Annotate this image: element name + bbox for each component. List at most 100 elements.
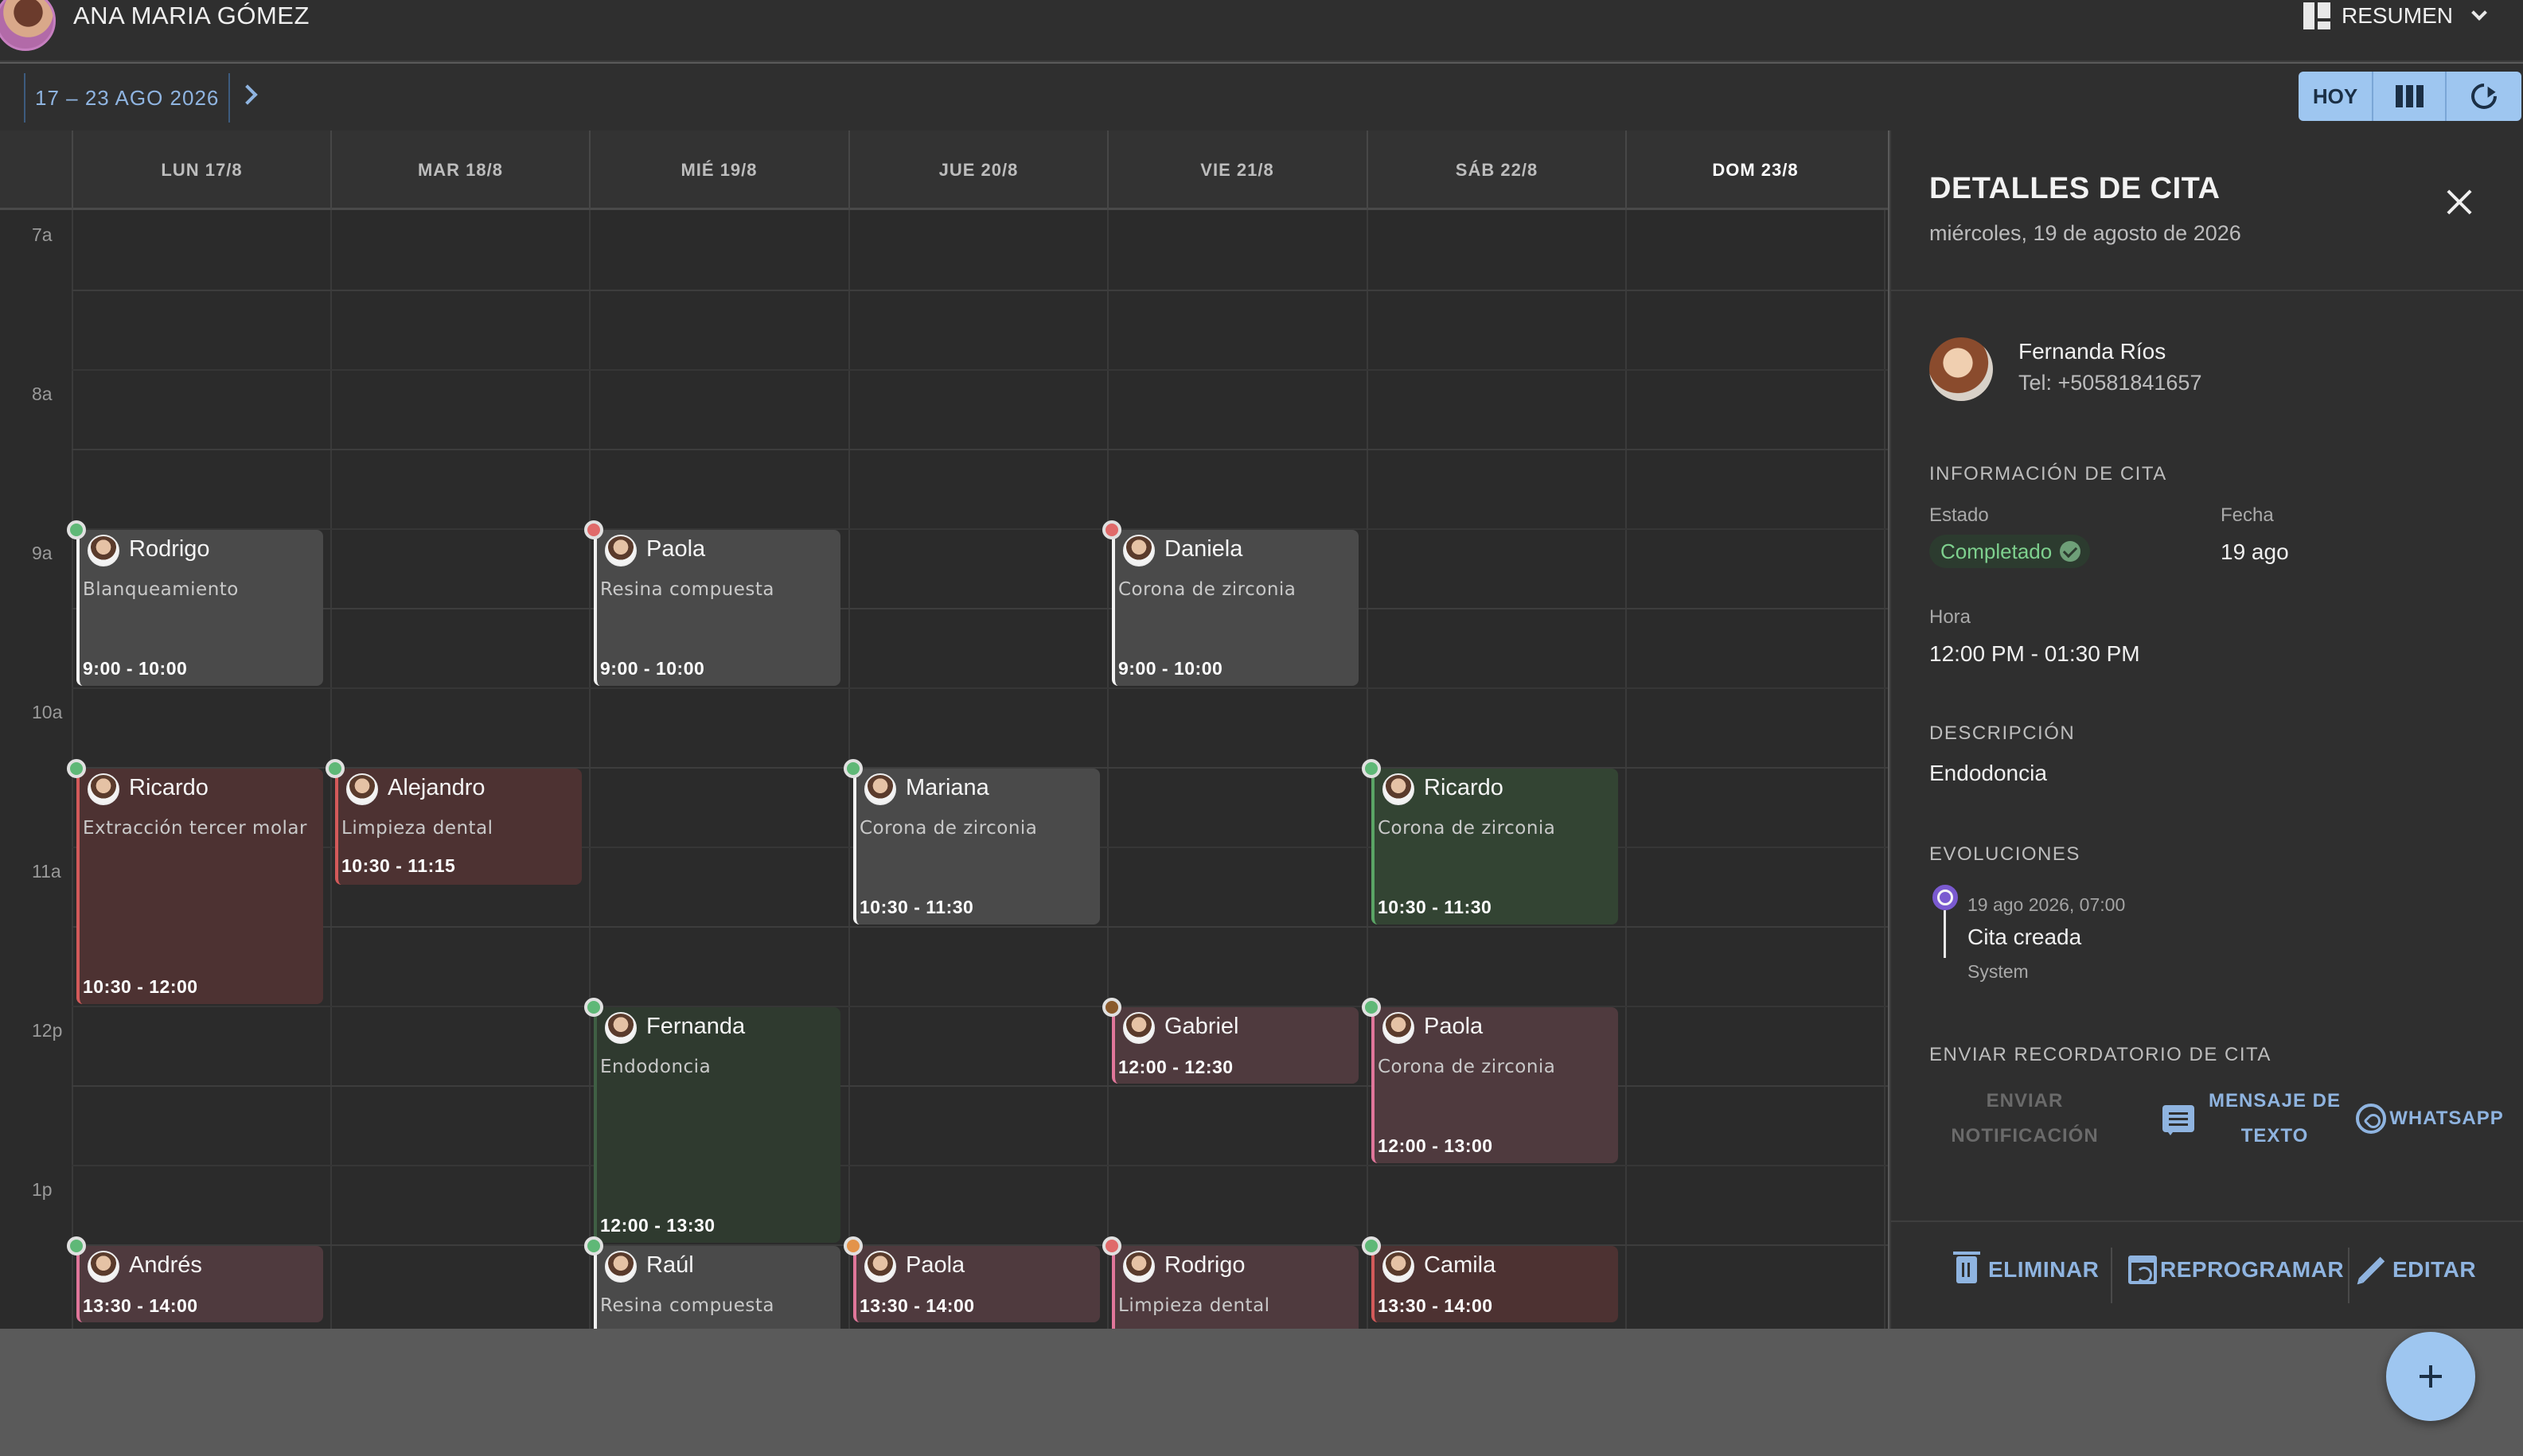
delete-button[interactable]: ELIMINAR: [1953, 1241, 2099, 1298]
pencil-icon: [2358, 1256, 2385, 1283]
day-header[interactable]: LUN 17/8: [72, 130, 330, 210]
send-notification-line2: NOTIFICACIÓN: [1951, 1125, 2099, 1147]
appointment-card[interactable]: Gabriel 12:00 - 12:30: [1112, 1007, 1359, 1084]
user-avatar[interactable]: [0, 0, 56, 51]
estado-label: Estado: [1929, 504, 1989, 526]
appointment-card[interactable]: Paola Corona de zirconia 12:00 - 13:00: [1371, 1007, 1618, 1163]
appointment-card[interactable]: Andrés 13:30 - 14:00: [76, 1246, 323, 1322]
appointment-time: 13:30 - 14:00: [860, 1295, 975, 1316]
date-range[interactable]: 17 – 23 AGO 2026: [24, 73, 231, 123]
appointment-patient: Alejandro: [388, 775, 485, 800]
send-whatsapp-button[interactable]: WHATSAPP: [2346, 1079, 2513, 1158]
appointment-card[interactable]: Paola Resina compuesta 9:00 - 10:00: [594, 530, 840, 686]
summary-dropdown[interactable]: RESUMEN: [2303, 0, 2487, 32]
appointment-patient: Paola: [1424, 1014, 1484, 1039]
today-button[interactable]: HOY: [2299, 72, 2373, 121]
patient-avatar: [1123, 1251, 1155, 1283]
panel-title: DETALLES DE CITA: [1929, 172, 2221, 205]
day-header[interactable]: MIÉ 19/8: [589, 130, 848, 210]
grid-line: [72, 449, 1888, 450]
patient-avatar: [1382, 1012, 1414, 1044]
evolution-text: Cita creada: [1967, 925, 2082, 949]
appointment-time: 12:00 - 13:00: [1378, 1135, 1493, 1156]
appointment-patient: Daniela: [1164, 536, 1243, 562]
dashboard-icon: [2303, 2, 2330, 29]
hour-label: 1p: [32, 1179, 53, 1200]
chevron-right-icon[interactable]: [237, 84, 258, 105]
evolution-author: System: [1967, 961, 2029, 982]
appointment-time: 9:00 - 10:00: [600, 658, 705, 679]
hour-label: 8a: [32, 383, 53, 404]
appointment-card[interactable]: Daniela Corona de zirconia 9:00 - 10:00: [1112, 530, 1359, 686]
grid-line: [72, 1165, 1888, 1166]
status-dot: [844, 759, 863, 778]
appointment-patient: Rodrigo: [129, 536, 210, 562]
appointment-card[interactable]: Rodrigo Blanqueamiento 9:00 - 10:00: [76, 530, 323, 686]
appointment-card[interactable]: Alejandro Limpieza dental 10:30 - 11:15: [335, 769, 582, 885]
grid-line: [72, 528, 1888, 530]
add-appointment-button[interactable]: [2386, 1332, 2475, 1421]
refresh-button[interactable]: [2447, 72, 2521, 121]
send-sms-button[interactable]: MENSAJE DE TEXTO: [2144, 1079, 2359, 1158]
patient-avatar: [605, 535, 637, 566]
appointment-time: 12:00 - 13:30: [600, 1215, 716, 1236]
send-sms-line1: MENSAJE DE: [2208, 1090, 2342, 1111]
user-name: ANA MARIA GÓMEZ: [73, 2, 310, 29]
trash-icon: [1953, 1252, 1980, 1283]
divider: [2111, 1248, 2112, 1303]
patient-avatar: [1382, 773, 1414, 805]
top-bar: ANA MARIA GÓMEZ RESUMEN: [0, 0, 2523, 62]
appointment-time: 9:00 - 10:00: [83, 658, 188, 679]
patient-avatar: [346, 773, 378, 805]
day-header[interactable]: SÁB 22/8: [1367, 130, 1625, 210]
appointment-card[interactable]: Ricardo Corona de zirconia 10:30 - 11:30: [1371, 769, 1618, 925]
patient-avatar: [88, 1251, 119, 1283]
appointment-patient: Ricardo: [1424, 775, 1503, 800]
edit-button[interactable]: EDITAR: [2358, 1241, 2476, 1298]
week-view-button[interactable]: [2373, 72, 2447, 121]
send-notification-button[interactable]: ENVIAR NOTIFICACIÓN: [1929, 1079, 2120, 1158]
refresh-icon: [2466, 78, 2502, 115]
reschedule-button[interactable]: REPROGRAMAR: [2128, 1241, 2344, 1298]
divider: [1891, 290, 2523, 291]
patient-avatar: [1929, 337, 1993, 401]
grid-line: [589, 210, 591, 1329]
divider: [2348, 1248, 2349, 1303]
appointment-card[interactable]: Mariana Corona de zirconia 10:30 - 11:30: [853, 769, 1100, 925]
appointment-detail-panel: DETALLES DE CITA miércoles, 19 de agosto…: [1889, 130, 2523, 1329]
appointment-patient: Rodrigo: [1164, 1252, 1246, 1278]
status-dot: [326, 759, 345, 778]
day-header[interactable]: DOM 23/8: [1625, 130, 1884, 210]
appointment-treatment: Limpieza dental: [1118, 1295, 1270, 1316]
appointment-treatment: Limpieza dental: [341, 818, 493, 839]
send-notification-line1: ENVIAR: [1986, 1090, 2064, 1111]
appointment-treatment: Endodoncia: [600, 1057, 712, 1077]
appointment-patient: Ricardo: [129, 775, 209, 800]
close-icon[interactable]: [2445, 188, 2474, 216]
day-header[interactable]: VIE 21/8: [1107, 130, 1366, 210]
appointment-card[interactable]: Rodrigo Limpieza dental: [1112, 1246, 1359, 1329]
appointment-card[interactable]: Paola 13:30 - 14:00: [853, 1246, 1100, 1322]
evolutions-section-title: EVOLUCIONES: [1929, 843, 2080, 865]
timeline-dot-icon: [1932, 885, 1958, 910]
status-dot: [67, 1236, 86, 1256]
divider: [1891, 1220, 2523, 1222]
day-header-row: LUN 17/8 MAR 18/8 MIÉ 19/8 JUE 20/8 VIE …: [0, 130, 1888, 210]
hour-label: 9a: [32, 543, 53, 563]
appointment-card[interactable]: Camila 13:30 - 14:00: [1371, 1246, 1618, 1322]
status-badge: Completado: [1929, 535, 2091, 568]
patient-avatar: [605, 1012, 637, 1044]
day-header[interactable]: MAR 18/8: [330, 130, 589, 210]
reminder-section-title: ENVIAR RECORDATORIO DE CITA: [1929, 1044, 2271, 1065]
appointment-card[interactable]: Raúl Resina compuesta: [594, 1246, 840, 1329]
appointment-patient: Paola: [646, 536, 706, 562]
day-header[interactable]: JUE 20/8: [848, 130, 1107, 210]
appointment-card-selected[interactable]: Fernanda Endodoncia 12:00 - 13:30: [594, 1007, 840, 1243]
calendar-refresh-icon: [2128, 1256, 2157, 1284]
appointment-card[interactable]: Ricardo Extracción tercer molar 10:30 - …: [76, 769, 323, 1004]
hour-label: 10a: [32, 702, 63, 722]
appointment-time: 10:30 - 12:00: [83, 976, 198, 997]
columns-view-icon: [2395, 85, 2424, 107]
appointment-treatment: Corona de zirconia: [1378, 818, 1556, 839]
calendar-toolbar: 17 – 23 AGO 2026 HOY: [0, 64, 2523, 130]
